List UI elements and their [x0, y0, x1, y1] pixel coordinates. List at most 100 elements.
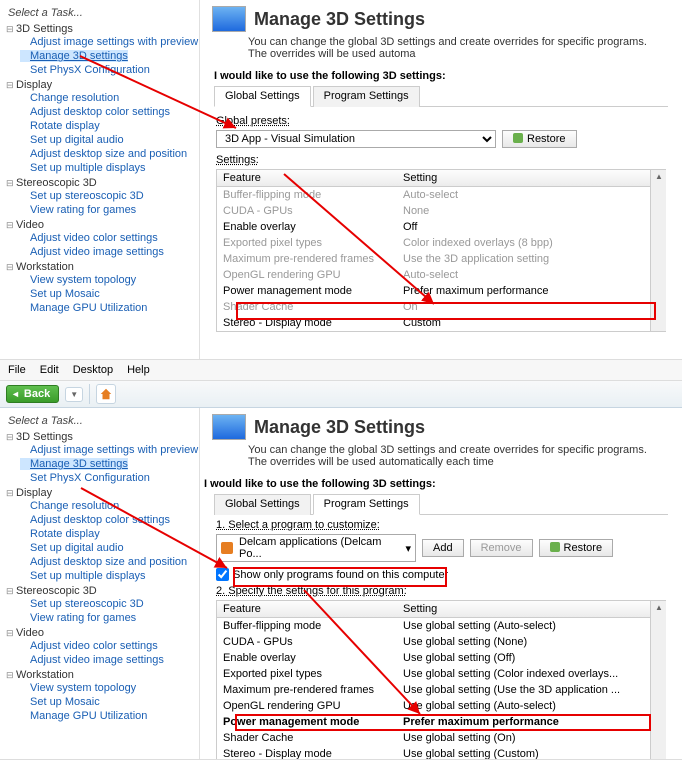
scrollbar[interactable]: [650, 170, 666, 331]
settings-row[interactable]: OpenGL rendering GPUUse global setting (…: [217, 698, 650, 714]
settings-row[interactable]: Enable overlayUse global setting (Off): [217, 650, 650, 666]
tree-link[interactable]: Adjust video color settings: [20, 640, 158, 652]
menu-desktop[interactable]: Desktop: [73, 364, 113, 376]
tree-node[interactable]: Stereoscopic 3D: [6, 177, 97, 189]
show-only-checkbox[interactable]: Show only programs found on this compute…: [216, 568, 666, 581]
tree-link[interactable]: Rotate display: [20, 120, 100, 132]
tree-link[interactable]: Adjust video color settings: [20, 232, 158, 244]
tree-link[interactable]: Set up multiple displays: [20, 162, 146, 174]
tree-link[interactable]: Set PhysX Configuration: [20, 64, 150, 76]
content-pane: Manage 3D Settings You can change the gl…: [200, 408, 682, 759]
tree-node[interactable]: Video: [6, 219, 44, 231]
settings-row[interactable]: Buffer-flipping modeUse global setting (…: [217, 618, 650, 634]
tree-node[interactable]: Workstation: [6, 261, 74, 273]
tree-link[interactable]: Adjust desktop color settings: [20, 106, 170, 118]
settings-row[interactable]: Exported pixel typesColor indexed overla…: [217, 235, 650, 251]
settings-row[interactable]: Buffer-flipping modeAuto-select: [217, 187, 650, 203]
tree-node[interactable]: 3D Settings: [6, 431, 73, 443]
show-only-checkbox-input[interactable]: [216, 568, 229, 581]
content-pane: Manage 3D Settings You can change the gl…: [200, 0, 682, 359]
tree-node[interactable]: Video: [6, 627, 44, 639]
tree-link[interactable]: Adjust video image settings: [20, 246, 164, 258]
tree-link[interactable]: View system topology: [20, 682, 136, 694]
settings-row[interactable]: Power management modePrefer maximum perf…: [217, 283, 650, 299]
tree-link[interactable]: Change resolution: [20, 500, 119, 512]
program-select[interactable]: Delcam applications (Delcam Po... ▾: [216, 534, 416, 562]
remove-button: Remove: [470, 539, 533, 557]
settings-subhead: I would like to use the following 3D set…: [200, 66, 682, 86]
tree-link[interactable]: Rotate display: [20, 528, 100, 540]
tree-link[interactable]: View system topology: [20, 274, 136, 286]
task-tree-pane: Select a Task... 3D SettingsAdjust image…: [0, 408, 200, 759]
back-history-dropdown[interactable]: ▼: [65, 387, 83, 402]
settings-row[interactable]: Power management modePrefer maximum perf…: [217, 714, 650, 730]
task-tree[interactable]: 3D SettingsAdjust image settings with pr…: [0, 430, 199, 724]
tree-node[interactable]: Workstation: [6, 669, 74, 681]
tree-link[interactable]: Set up Mosaic: [20, 696, 100, 708]
tree-link[interactable]: Adjust desktop size and position: [20, 556, 187, 568]
tree-node[interactable]: Stereoscopic 3D: [6, 585, 97, 597]
scrollbar[interactable]: [650, 601, 666, 759]
page-description: You can change the global 3D settings an…: [200, 444, 682, 468]
program-select-value: Delcam applications (Delcam Po...: [239, 536, 399, 560]
settings-row[interactable]: CUDA - GPUsUse global setting (None): [217, 634, 650, 650]
tree-link[interactable]: Adjust video image settings: [20, 654, 164, 666]
settings-row[interactable]: Maximum pre-rendered framesUse global se…: [217, 682, 650, 698]
tree-title: Select a Task...: [0, 4, 199, 22]
tree-link[interactable]: Adjust image settings with preview: [20, 36, 198, 48]
tree-link[interactable]: Set up digital audio: [20, 542, 124, 554]
tree-link[interactable]: Change resolution: [20, 92, 119, 104]
home-button[interactable]: [96, 384, 116, 404]
menu-file[interactable]: File: [8, 364, 26, 376]
global-settings-table[interactable]: Feature Setting Buffer-flipping modeAuto…: [217, 170, 650, 331]
tree-link[interactable]: View rating for games: [20, 204, 136, 216]
settings-row[interactable]: Stereo - Display modeUse global setting …: [217, 746, 650, 759]
task-tree[interactable]: 3D SettingsAdjust image settings with pr…: [0, 22, 199, 316]
settings-row[interactable]: OpenGL rendering GPUAuto-select: [217, 267, 650, 283]
tree-node[interactable]: 3D Settings: [6, 23, 73, 35]
menu-help[interactable]: Help: [127, 364, 150, 376]
tree-link[interactable]: Adjust desktop size and position: [20, 148, 187, 160]
settings-row[interactable]: Exported pixel typesUse global setting (…: [217, 666, 650, 682]
add-button[interactable]: Add: [422, 539, 464, 557]
page-title: Manage 3D Settings: [254, 417, 425, 438]
tree-link[interactable]: Set up digital audio: [20, 134, 124, 146]
select-program-label: 1. Select a program to customize:: [216, 519, 666, 531]
settings-row[interactable]: Enable overlayOff: [217, 219, 650, 235]
tree-link[interactable]: Manage GPU Utilization: [20, 302, 147, 314]
back-button[interactable]: Back: [6, 385, 59, 403]
settings-row[interactable]: Maximum pre-rendered framesUse the 3D ap…: [217, 251, 650, 267]
tree-link[interactable]: View rating for games: [20, 612, 136, 624]
global-preset-select[interactable]: 3D App - Visual Simulation: [216, 130, 496, 148]
settings-row[interactable]: Shader CacheUse global setting (On): [217, 730, 650, 746]
settings-row[interactable]: Shader CacheOn: [217, 299, 650, 315]
tab-program-settings[interactable]: Program Settings: [313, 86, 420, 107]
tree-link[interactable]: Manage GPU Utilization: [20, 710, 147, 722]
tree-link[interactable]: Set up Mosaic: [20, 288, 100, 300]
tab-program-settings[interactable]: Program Settings: [313, 494, 420, 515]
specify-settings-label: 2. Specify the settings for this program…: [216, 585, 666, 597]
tree-link[interactable]: Set PhysX Configuration: [20, 472, 150, 484]
tree-node[interactable]: Display: [6, 487, 52, 499]
col-setting: Setting: [397, 170, 650, 186]
tab-global-settings[interactable]: Global Settings: [214, 86, 311, 107]
restore-button[interactable]: Restore: [502, 130, 577, 148]
tree-link[interactable]: Set up stereoscopic 3D: [20, 190, 144, 202]
restore-button[interactable]: Restore: [539, 539, 614, 557]
tree-link[interactable]: Set up stereoscopic 3D: [20, 598, 144, 610]
program-settings-table[interactable]: Feature Setting Buffer-flipping modeUse …: [217, 601, 650, 759]
tree-link[interactable]: Adjust desktop color settings: [20, 514, 170, 526]
tree-link[interactable]: Set up multiple displays: [20, 570, 146, 582]
global-presets-label: Global presets:: [216, 115, 666, 127]
toolbar: Back ▼: [0, 381, 682, 408]
page-description: You can change the global 3D settings an…: [200, 36, 682, 60]
settings-row[interactable]: Stereo - Display modeCustom: [217, 315, 650, 331]
tree-title: Select a Task...: [0, 412, 199, 430]
tree-node[interactable]: Display: [6, 79, 52, 91]
menu-edit[interactable]: Edit: [40, 364, 59, 376]
settings-row[interactable]: CUDA - GPUsNone: [217, 203, 650, 219]
tree-link[interactable]: Manage 3D settings: [20, 50, 128, 62]
tab-global-settings[interactable]: Global Settings: [214, 494, 311, 515]
tree-link[interactable]: Adjust image settings with preview: [20, 444, 198, 456]
tree-link[interactable]: Manage 3D settings: [20, 458, 128, 470]
